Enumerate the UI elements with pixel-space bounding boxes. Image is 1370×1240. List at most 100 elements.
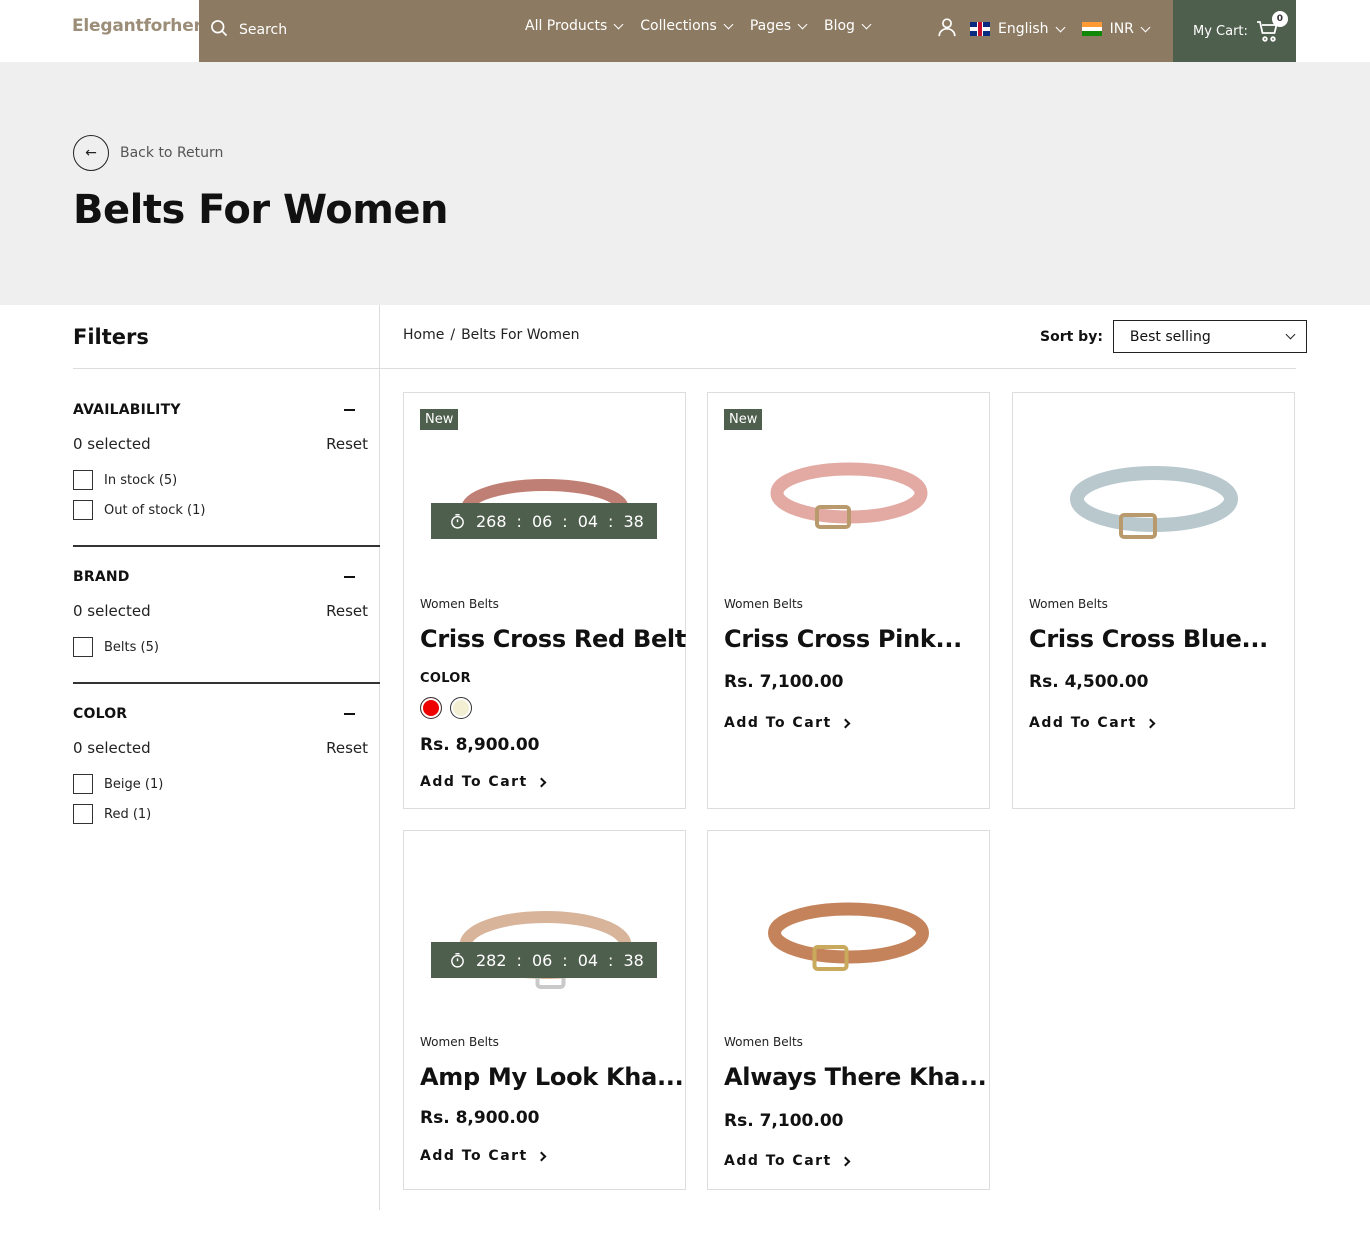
- chevron-right-icon: [1145, 718, 1156, 728]
- nav-label: Collections: [640, 18, 717, 34]
- reset-button[interactable]: Reset: [326, 602, 368, 620]
- checkbox[interactable]: [73, 500, 93, 520]
- chevron-down-icon: [1285, 329, 1296, 340]
- option-label: Red (1): [104, 806, 152, 822]
- language-label: English: [998, 21, 1049, 37]
- product-name[interactable]: Amp My Look Kha...: [420, 1063, 684, 1091]
- add-to-cart-label: Add To Cart: [724, 715, 832, 731]
- product-card[interactable]: 282 : 06 : 04 : 38 Women Belts Amp My Lo…: [403, 830, 686, 1190]
- chevron-right-icon: [536, 777, 547, 787]
- minus-icon: [344, 409, 355, 411]
- add-to-cart-button[interactable]: Add To Cart: [724, 1153, 851, 1169]
- filter-color: COLOR 0 selected Reset Beige (1) Red (1): [73, 706, 380, 824]
- search-box[interactable]: Search: [209, 18, 287, 42]
- language-selector[interactable]: English: [970, 21, 1066, 37]
- timer-hours: 06: [531, 950, 553, 970]
- timer-seconds: 38: [623, 511, 644, 531]
- product-card[interactable]: Women Belts Criss Cross Blue... Rs. 4,50…: [1012, 392, 1295, 809]
- add-to-cart-label: Add To Cart: [1029, 715, 1137, 731]
- new-badge: New: [724, 409, 763, 430]
- cart-button[interactable]: My Cart: 0: [1173, 0, 1296, 62]
- nav-label: All Products: [525, 18, 608, 34]
- timer-minutes: 04: [577, 950, 599, 970]
- reset-button[interactable]: Reset: [326, 435, 368, 453]
- filter-option[interactable]: Out of stock (1): [73, 500, 380, 520]
- checkbox[interactable]: [73, 637, 93, 657]
- sort-select[interactable]: Best selling: [1112, 320, 1307, 353]
- currency-selector[interactable]: INR: [1081, 21, 1151, 37]
- product-image[interactable]: [769, 455, 929, 537]
- breadcrumb-home[interactable]: Home: [403, 327, 444, 343]
- filter-header[interactable]: COLOR: [73, 706, 380, 722]
- logo[interactable]: Elegantforher: [72, 16, 202, 36]
- option-label: Belts (5): [104, 639, 159, 655]
- uk-flag-icon: [970, 22, 990, 36]
- add-to-cart-label: Add To Cart: [420, 1148, 528, 1164]
- nav-pages[interactable]: Pages: [750, 18, 808, 34]
- collection-hero: ← Back to Return Belts For Women: [0, 62, 1370, 305]
- swatch-red[interactable]: [420, 697, 442, 719]
- breadcrumb-current: Belts For Women: [461, 327, 580, 343]
- add-to-cart-button[interactable]: Add To Cart: [420, 774, 547, 790]
- filter-option[interactable]: Beige (1): [73, 774, 380, 794]
- checkbox[interactable]: [73, 774, 93, 794]
- product-vendor: Women Belts: [724, 597, 803, 611]
- user-icon[interactable]: [936, 16, 958, 42]
- product-card[interactable]: Women Belts Always There Kha... Rs. 7,10…: [707, 830, 990, 1190]
- stopwatch-icon: [451, 513, 464, 529]
- india-flag-icon: [1081, 22, 1102, 37]
- product-vendor: Women Belts: [724, 1035, 803, 1049]
- filters-title: Filters: [73, 325, 149, 349]
- filter-header[interactable]: BRAND: [73, 569, 380, 585]
- cart-icon: 0: [1256, 11, 1288, 43]
- nav-blog[interactable]: Blog: [824, 18, 872, 34]
- add-to-cart-button[interactable]: Add To Cart: [724, 715, 851, 731]
- minus-icon: [344, 576, 355, 578]
- reset-button[interactable]: Reset: [326, 739, 368, 757]
- timer-sep: :: [608, 511, 614, 531]
- option-label: Beige (1): [104, 776, 164, 792]
- product-name[interactable]: Criss Cross Blue...: [1029, 625, 1268, 653]
- product-image[interactable]: [1069, 459, 1239, 549]
- countdown-timer: 282 : 06 : 04 : 38: [431, 942, 657, 978]
- product-name[interactable]: Criss Cross Red Belt: [420, 625, 686, 653]
- chevron-down-icon: [797, 19, 808, 29]
- add-to-cart-button[interactable]: Add To Cart: [1029, 715, 1156, 731]
- timer-sep: :: [516, 950, 522, 970]
- checkbox[interactable]: [73, 804, 93, 824]
- nav-all-products[interactable]: All Products: [525, 18, 624, 34]
- filter-option[interactable]: Belts (5): [73, 637, 380, 657]
- checkbox[interactable]: [73, 470, 93, 490]
- currency-label: INR: [1109, 21, 1134, 37]
- swatch-beige[interactable]: [450, 697, 472, 719]
- timer-sep: :: [516, 511, 522, 531]
- section-divider: [73, 682, 380, 684]
- product-name[interactable]: Always There Kha...: [724, 1063, 987, 1091]
- chevron-down-icon: [723, 19, 734, 29]
- product-vendor: Women Belts: [420, 597, 499, 611]
- selected-count: 0 selected: [73, 739, 151, 757]
- search-placeholder: Search: [239, 22, 288, 38]
- chevron-right-icon: [840, 1156, 851, 1166]
- add-to-cart-button[interactable]: Add To Cart: [420, 1148, 547, 1164]
- countdown-timer: 268 : 06 : 04 : 38: [431, 503, 657, 539]
- product-card[interactable]: New Women Belts Criss Cross Pink... Rs. …: [707, 392, 990, 809]
- chevron-down-icon: [861, 19, 872, 29]
- filter-header[interactable]: AVAILABILITY: [73, 402, 380, 418]
- sort-value: Best selling: [1129, 328, 1211, 345]
- option-label: In stock (5): [104, 472, 178, 488]
- cart-count-badge: 0: [1271, 11, 1288, 27]
- product-image[interactable]: [766, 897, 931, 979]
- chevron-down-icon: [613, 19, 624, 29]
- filter-option[interactable]: In stock (5): [73, 470, 380, 490]
- product-name[interactable]: Criss Cross Pink...: [724, 625, 962, 653]
- filter-option[interactable]: Red (1): [73, 804, 380, 824]
- back-link[interactable]: ← Back to Return: [73, 135, 223, 171]
- product-card[interactable]: New 268 : 06 : 04 : 38 Women Belts Criss…: [403, 392, 686, 809]
- chevron-down-icon: [1140, 22, 1151, 32]
- timer-minutes: 04: [577, 511, 599, 531]
- breadcrumb: Home / Belts For Women: [403, 327, 579, 343]
- timer-days: 268: [476, 511, 507, 531]
- nav-collections[interactable]: Collections: [640, 18, 734, 34]
- minus-icon: [344, 713, 355, 715]
